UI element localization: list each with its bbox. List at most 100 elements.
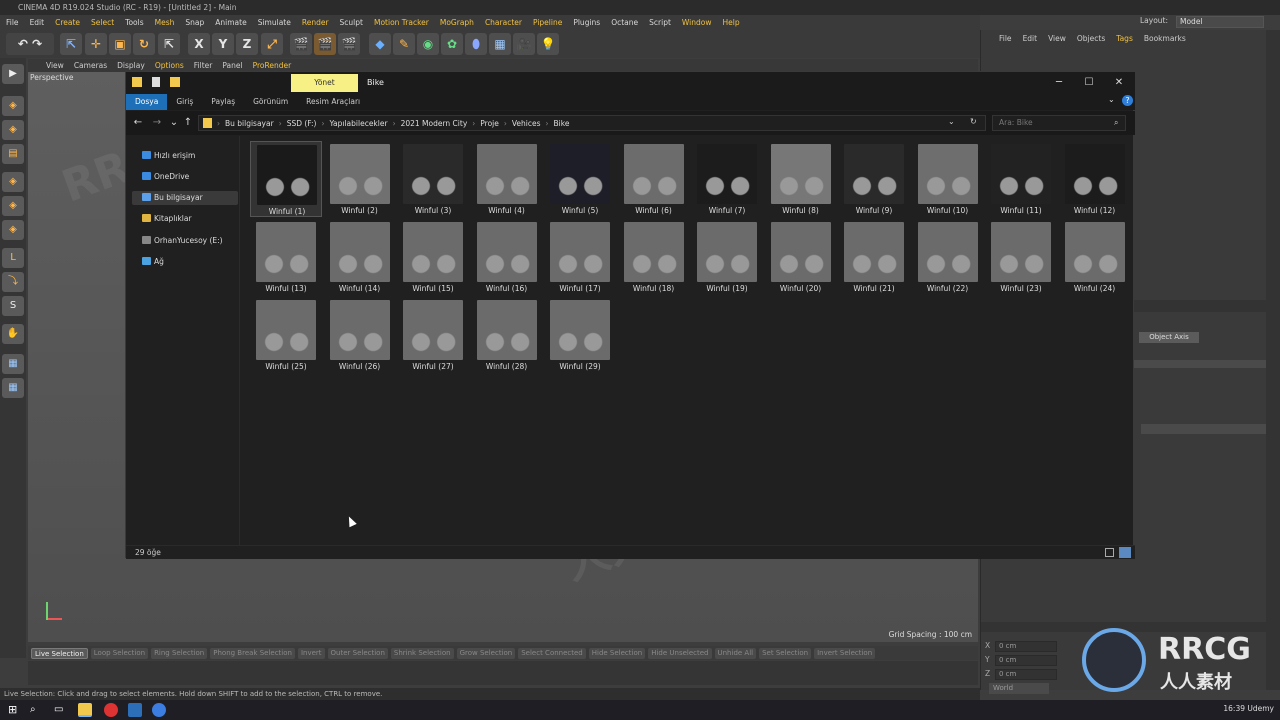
file-thumbnail[interactable]: Winful (13): [250, 219, 322, 295]
viewport-menu-view[interactable]: View: [46, 61, 64, 70]
viewport-menu-cameras[interactable]: Cameras: [74, 61, 107, 70]
coordinate-system-icon[interactable]: ⤢: [261, 33, 283, 55]
file-thumbnail[interactable]: Winful (10): [912, 141, 984, 217]
menu-item-mograph[interactable]: MoGraph: [440, 18, 474, 27]
menu-item-mesh[interactable]: Mesh: [155, 18, 175, 27]
file-thumbnail[interactable]: Winful (20): [765, 219, 837, 295]
cloner-icon[interactable]: ✿: [441, 33, 463, 55]
selection-tool-invert[interactable]: Invert: [297, 647, 325, 659]
file-thumbnail[interactable]: Winful (21): [838, 219, 910, 295]
object-menu-file[interactable]: File: [999, 34, 1012, 48]
selection-tool-phong-break-selection[interactable]: Phong Break Selection: [210, 647, 295, 659]
grid-icon[interactable]: ▦: [2, 378, 24, 398]
file-thumbnail[interactable]: Winful (1): [250, 141, 322, 217]
file-thumbnail[interactable]: Winful (2): [324, 141, 396, 217]
nav-item[interactable]: Ağ: [132, 255, 238, 269]
address-bar[interactable]: › Bu bilgisayar › SSD (F:) › Yapılabilecekler…: [198, 115, 986, 131]
model-mode-icon[interactable]: ◈: [2, 96, 24, 116]
object-menu-objects[interactable]: Objects: [1077, 34, 1105, 48]
scale-icon[interactable]: ▣: [109, 33, 131, 55]
chevron-down-icon[interactable]: ⌄: [1108, 95, 1115, 104]
menu-item-pipeline[interactable]: Pipeline: [533, 18, 562, 27]
breadcrumb-item[interactable]: Bu bilgisayar: [225, 119, 274, 128]
cinema4d-taskbar-icon[interactable]: [128, 703, 142, 717]
ribbon-tab[interactable]: Görünüm: [244, 94, 297, 110]
help-icon[interactable]: ?: [1122, 95, 1133, 106]
file-thumbnail[interactable]: Winful (25): [250, 297, 322, 373]
texture-mode-icon[interactable]: ◈: [2, 120, 24, 140]
edges-mode-icon[interactable]: ◈: [2, 196, 24, 216]
live-selection-icon[interactable]: ⇱: [60, 33, 82, 55]
object-menu-tags[interactable]: Tags: [1116, 34, 1133, 48]
file-thumbnail[interactable]: Winful (7): [691, 141, 763, 217]
file-thumbnail[interactable]: Winful (17): [544, 219, 616, 295]
file-thumbnail[interactable]: Winful (12): [1059, 141, 1131, 217]
up-icon[interactable]: ↑: [182, 116, 194, 130]
floor-icon[interactable]: ▦: [489, 33, 511, 55]
breadcrumb-item[interactable]: Vehices: [512, 119, 541, 128]
file-thumbnail[interactable]: Winful (5): [544, 141, 616, 217]
ribbon-tab[interactable]: Giriş: [167, 94, 202, 110]
polygons-mode-icon[interactable]: ◈: [2, 220, 24, 240]
selection-tool-select-connected[interactable]: Select Connected: [518, 647, 586, 659]
ribbon-tab[interactable]: Resim Araçları: [297, 94, 369, 110]
coord-y-field[interactable]: 0 cm: [995, 655, 1057, 666]
file-thumbnail[interactable]: Winful (6): [618, 141, 690, 217]
file-thumbnail[interactable]: Winful (23): [985, 219, 1057, 295]
windows-start-icon[interactable]: ⊞: [8, 703, 22, 717]
viewport-menu-display[interactable]: Display: [117, 61, 145, 70]
menu-item-edit[interactable]: Edit: [30, 18, 45, 27]
refresh-icon[interactable]: ↻: [970, 117, 977, 126]
planar-workplane-icon[interactable]: ▦: [2, 354, 24, 374]
z-axis-icon[interactable]: Z: [236, 33, 258, 55]
recent-tool-icon[interactable]: ⇱: [158, 33, 180, 55]
close-icon[interactable]: ✕: [1111, 75, 1127, 91]
nav-item[interactable]: Kitaplıklar: [132, 212, 238, 226]
lock-workplane-icon[interactable]: ✋: [2, 324, 24, 344]
maximize-icon[interactable]: ☐: [1081, 75, 1097, 91]
selection-tool-loop-selection[interactable]: Loop Selection: [90, 647, 149, 659]
file-thumbnail[interactable]: Winful (9): [838, 141, 910, 217]
object-menu-edit[interactable]: Edit: [1023, 34, 1038, 48]
coord-mode-select[interactable]: World: [989, 683, 1049, 694]
file-thumbnail[interactable]: Winful (8): [765, 141, 837, 217]
breadcrumb-item[interactable]: SSD (F:): [287, 119, 317, 128]
selection-tool-shrink-selection[interactable]: Shrink Selection: [390, 647, 454, 659]
object-axis-button[interactable]: Object Axis: [1139, 332, 1199, 343]
coord-x-field[interactable]: 0 cm: [995, 641, 1057, 652]
workplane-icon[interactable]: ▤: [2, 144, 24, 164]
menu-item-window[interactable]: Window: [682, 18, 712, 27]
menu-item-sculpt[interactable]: Sculpt: [340, 18, 363, 27]
file-thumbnail[interactable]: Winful (15): [397, 219, 469, 295]
minimize-icon[interactable]: ─: [1051, 75, 1067, 91]
cube-icon[interactable]: ◆: [369, 33, 391, 55]
menu-item-motion-tracker[interactable]: Motion Tracker: [374, 18, 429, 27]
file-thumbnail[interactable]: Winful (11): [985, 141, 1057, 217]
search-input[interactable]: Ara: Bike: [992, 115, 1126, 131]
file-thumbnail[interactable]: Winful (28): [471, 297, 543, 373]
snap-icon[interactable]: S: [2, 296, 24, 316]
points-mode-icon[interactable]: ◈: [2, 172, 24, 192]
selection-tool-grow-selection[interactable]: Grow Selection: [456, 647, 516, 659]
menu-item-snap[interactable]: Snap: [185, 18, 204, 27]
selection-tool-ring-selection[interactable]: Ring Selection: [151, 647, 208, 659]
menu-item-help[interactable]: Help: [722, 18, 739, 27]
selection-tool-outer-selection[interactable]: Outer Selection: [327, 647, 388, 659]
menu-item-character[interactable]: Character: [485, 18, 522, 27]
file-thumbnail[interactable]: Winful (26): [324, 297, 396, 373]
selection-tool-live-selection[interactable]: Live Selection: [31, 647, 88, 659]
move-icon[interactable]: ✛: [85, 33, 107, 55]
nav-item[interactable]: Bu bilgisayar: [132, 191, 238, 205]
viewport-menu-panel[interactable]: Panel: [222, 61, 242, 70]
file-thumbnail[interactable]: Winful (22): [912, 219, 984, 295]
selection-tool-hide-selection[interactable]: Hide Selection: [588, 647, 646, 659]
deformer-icon[interactable]: ⬮: [465, 33, 487, 55]
menu-item-create[interactable]: Create: [55, 18, 80, 27]
menu-item-simulate[interactable]: Simulate: [258, 18, 291, 27]
y-axis-icon[interactable]: Y: [212, 33, 234, 55]
menu-item-octane[interactable]: Octane: [611, 18, 638, 27]
details-view-icon[interactable]: [1105, 548, 1114, 557]
selection-tool-set-selection[interactable]: Set Selection: [759, 647, 812, 659]
breadcrumb-item[interactable]: Bike: [554, 119, 570, 128]
viewport-menu-options[interactable]: Options: [155, 61, 184, 70]
